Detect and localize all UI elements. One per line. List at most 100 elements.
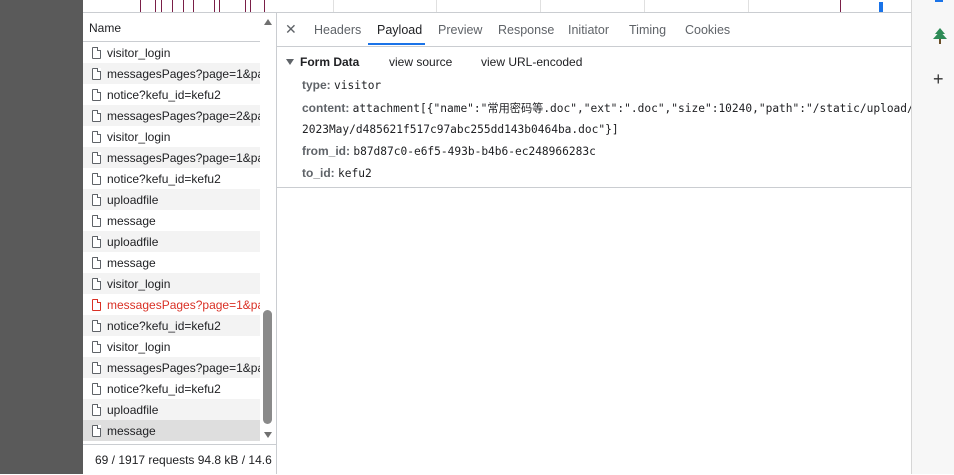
request-name: notice?kefu_id=kefu2 — [107, 171, 221, 186]
timeline-mark — [155, 0, 156, 12]
tab-payload[interactable]: Payload — [377, 23, 422, 37]
payload-field-content-continued: 2023May/d485621f517c97abc255dd143b0464ba… — [302, 122, 619, 136]
timeline-mark — [193, 0, 194, 12]
request-row[interactable]: visitor_login — [83, 126, 260, 147]
request-name: messagesPages?page=1&pa — [107, 360, 260, 375]
request-row[interactable]: notice?kefu_id=kefu2 — [83, 168, 260, 189]
scrollbar-thumb[interactable] — [263, 310, 272, 424]
request-name: visitor_login — [107, 339, 171, 354]
request-row[interactable]: messagesPages?page=1&pa — [83, 294, 260, 315]
panel-accent-mark — [935, 0, 943, 2]
timeline-grid — [333, 0, 334, 12]
close-icon[interactable]: ✕ — [285, 21, 297, 38]
request-detail-panel: ✕ Headers Payload Preview Response Initi… — [277, 13, 914, 474]
request-name: notice?kefu_id=kefu2 — [107, 87, 221, 102]
field-value: visitor — [334, 79, 382, 92]
request-row[interactable]: uploadfile — [83, 231, 260, 252]
scroll-up-arrow-icon[interactable] — [264, 19, 272, 25]
field-value: b87d87c0-e6f5-493b-b4b6-ec248966283c — [353, 145, 596, 158]
name-column-header[interactable]: Name — [89, 21, 121, 35]
timeline-grid — [436, 0, 437, 12]
tree-icon[interactable] — [932, 28, 948, 46]
request-row[interactable]: visitor_login — [83, 336, 260, 357]
field-value: attachment[{"name":"常用密码等.doc","ext":".d… — [352, 102, 914, 115]
request-name: message — [107, 423, 156, 438]
request-name: visitor_login — [107, 276, 171, 291]
document-icon — [92, 256, 101, 269]
timeline-mark — [245, 0, 246, 12]
timeline-mark — [161, 0, 162, 12]
view-source-link[interactable]: view source — [389, 55, 452, 69]
timeline-selected-mark — [879, 2, 883, 12]
form-data-section-header[interactable]: Form Data view source view URL-encoded — [277, 54, 911, 74]
request-row[interactable]: messagesPages?page=1&pa — [83, 147, 260, 168]
request-row[interactable]: message — [83, 420, 260, 441]
request-row[interactable]: messagesPages?page=2&pa — [83, 105, 260, 126]
request-row[interactable]: notice?kefu_id=kefu2 — [83, 84, 260, 105]
background-left-area — [0, 0, 83, 474]
request-name: messagesPages?page=1&pa — [107, 297, 260, 312]
request-row[interactable]: notice?kefu_id=kefu2 — [83, 315, 260, 336]
field-key: content: — [302, 101, 350, 115]
document-icon — [92, 193, 101, 206]
document-icon — [92, 277, 101, 290]
request-name: notice?kefu_id=kefu2 — [107, 318, 221, 333]
timeline-grid — [644, 0, 645, 12]
timeline-mark — [172, 0, 173, 12]
browser-side-panel: + — [911, 0, 954, 474]
document-icon — [92, 67, 101, 80]
request-row[interactable]: uploadfile — [83, 399, 260, 420]
field-key: type: — [302, 78, 331, 92]
document-icon — [92, 214, 101, 227]
document-icon — [92, 46, 101, 59]
tab-timing[interactable]: Timing — [629, 23, 666, 37]
request-row[interactable]: messagesPages?page=1&pa — [83, 357, 260, 378]
scroll-down-arrow-icon[interactable] — [264, 432, 272, 438]
request-name: uploadfile — [107, 234, 159, 249]
status-bar: 69 / 1917 requests 94.8 kB / 14.6 — [83, 444, 276, 475]
document-icon — [92, 298, 101, 311]
document-icon — [92, 172, 101, 185]
network-timeline-strip[interactable] — [83, 0, 911, 13]
request-summary: 69 / 1917 requests 94.8 kB / 14.6 — [95, 453, 272, 467]
payload-field-to-id: to_id: kefu2 — [302, 166, 372, 180]
document-icon — [92, 382, 101, 395]
timeline-mark — [214, 0, 215, 12]
request-row[interactable]: messagesPages?page=1&pa — [83, 63, 260, 84]
tab-initiator[interactable]: Initiator — [568, 23, 609, 37]
section-divider — [277, 187, 911, 188]
tab-preview[interactable]: Preview — [438, 23, 482, 37]
field-value-continued: 2023May/d485621f517c97abc255dd143b0464ba… — [302, 123, 619, 136]
document-icon — [92, 361, 101, 374]
request-row[interactable]: visitor_login — [83, 42, 260, 63]
request-list-scrollbar[interactable] — [260, 13, 276, 443]
timeline-grid — [540, 0, 541, 12]
timeline-grid — [748, 0, 749, 12]
field-key: from_id: — [302, 144, 350, 158]
timeline-mark — [264, 0, 265, 12]
tab-cookies[interactable]: Cookies — [685, 23, 730, 37]
tab-headers[interactable]: Headers — [314, 23, 361, 37]
field-key: to_id: — [302, 166, 335, 180]
request-row[interactable]: visitor_login — [83, 273, 260, 294]
timeline-mark — [219, 0, 220, 12]
request-list: visitor_login messagesPages?page=1&pa noti… — [83, 42, 260, 442]
document-icon — [92, 424, 101, 437]
request-row[interactable]: message — [83, 210, 260, 231]
request-row[interactable]: message — [83, 252, 260, 273]
request-name: messagesPages?page=1&pa — [107, 150, 260, 165]
view-url-encoded-link[interactable]: view URL-encoded — [481, 55, 582, 69]
payload-field-content: content: attachment[{"name":"常用密码等.doc",… — [302, 100, 914, 116]
plus-icon[interactable]: + — [933, 70, 944, 88]
expand-triangle-icon[interactable] — [286, 59, 294, 65]
request-name: messagesPages?page=2&pa — [107, 108, 260, 123]
request-name: message — [107, 213, 156, 228]
field-value: kefu2 — [338, 167, 372, 180]
tab-response[interactable]: Response — [498, 23, 554, 37]
request-row[interactable]: notice?kefu_id=kefu2 — [83, 378, 260, 399]
request-row[interactable]: uploadfile — [83, 189, 260, 210]
request-name: visitor_login — [107, 129, 171, 144]
payload-field-type: type: visitor — [302, 78, 381, 92]
request-list-header[interactable]: Name — [83, 13, 260, 42]
timeline-mark — [140, 0, 141, 12]
